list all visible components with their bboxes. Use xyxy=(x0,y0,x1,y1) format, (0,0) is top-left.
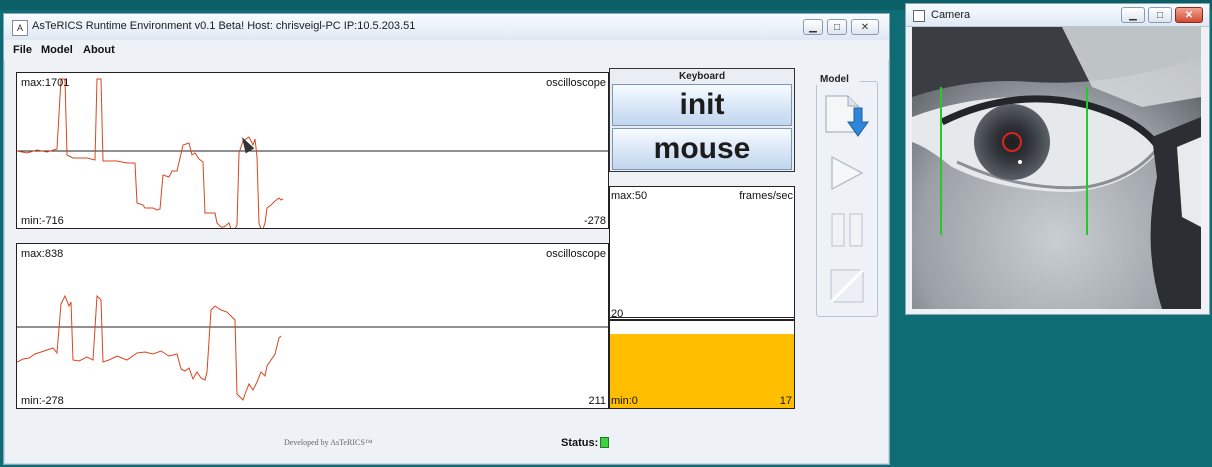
oscilloscope-2-current: 211 xyxy=(588,395,606,407)
camera-window: Camera ▁ □ ✕ xyxy=(905,3,1210,315)
maximize-button[interactable]: □ xyxy=(827,19,847,35)
oscilloscope-2-plot xyxy=(17,294,608,401)
camera-minimize-button[interactable]: ▁ xyxy=(1121,7,1145,23)
app-icon: A xyxy=(12,20,28,36)
level-bar-panel: min:0 17 xyxy=(609,320,795,409)
camera-title-bar[interactable]: Camera ▁ □ ✕ xyxy=(906,4,1209,27)
pause-icon[interactable] xyxy=(829,212,865,248)
init-button[interactable]: init xyxy=(612,84,792,126)
oscilloscope-1-current: -278 xyxy=(583,215,606,227)
oscilloscope-1-min: min:-716 xyxy=(21,215,64,227)
fps-value: 20 xyxy=(611,308,624,320)
oscilloscope-2-max: max:838 xyxy=(21,248,64,260)
oscilloscope-1-max: max:1701 xyxy=(21,77,70,89)
oscilloscope-2-min: min:-278 xyxy=(21,395,64,407)
fps-panel: max:50 frames/sec 20 xyxy=(609,186,795,320)
close-button[interactable]: ✕ xyxy=(851,19,879,35)
camera-title: Camera xyxy=(931,9,971,21)
status-indicator xyxy=(600,437,609,448)
window-title: AsTeRICS Runtime Environment v0.1 Beta! … xyxy=(32,20,416,32)
minimize-button[interactable]: ▁ xyxy=(803,19,823,35)
mouse-button[interactable]: mouse xyxy=(612,128,792,170)
level-bar-value: 17 xyxy=(779,395,792,407)
menu-file[interactable]: File xyxy=(13,44,32,56)
title-bar[interactable]: A AsTeRICS Runtime Environment v0.1 Beta… xyxy=(4,14,889,41)
oscilloscope-1-trace xyxy=(17,78,284,228)
stop-icon[interactable] xyxy=(829,268,865,304)
menu-bar: File Model About xyxy=(4,40,889,60)
menu-model[interactable]: Model xyxy=(41,44,73,56)
keyboard-panel: Keyboard init mouse xyxy=(609,68,795,172)
fps-max: max:50 xyxy=(611,190,648,202)
oscilloscope-panel-1: max:1701 oscilloscope min:-716 -278 xyxy=(16,72,609,229)
oscilloscope-1-type: oscilloscope xyxy=(546,77,606,89)
camera-close-button[interactable]: ✕ xyxy=(1175,7,1203,23)
camera-app-icon xyxy=(913,10,925,22)
camera-eye-image xyxy=(912,27,1201,309)
menu-about[interactable]: About xyxy=(83,44,115,56)
oscilloscope-panel-2: max:838 oscilloscope min:-278 211 xyxy=(16,243,609,409)
fps-label: frames/sec xyxy=(739,190,793,202)
status-label: Status: xyxy=(561,437,599,449)
camera-maximize-button[interactable]: □ xyxy=(1148,7,1172,23)
oscilloscope-2-trace xyxy=(17,294,282,401)
oscilloscope-2-type: oscilloscope xyxy=(546,248,606,260)
deploy-model-icon[interactable] xyxy=(824,94,870,140)
level-bar-min: min:0 xyxy=(611,395,638,407)
camera-feed-image xyxy=(912,27,1201,309)
keyboard-title: Keyboard xyxy=(678,71,726,82)
play-icon[interactable] xyxy=(829,155,865,191)
developed-by-text: Developed by AsTeRICS™ xyxy=(284,438,373,447)
oscilloscope-1-plot xyxy=(17,78,608,228)
model-panel-title: Model xyxy=(816,74,860,85)
fps-baseline xyxy=(610,317,794,318)
